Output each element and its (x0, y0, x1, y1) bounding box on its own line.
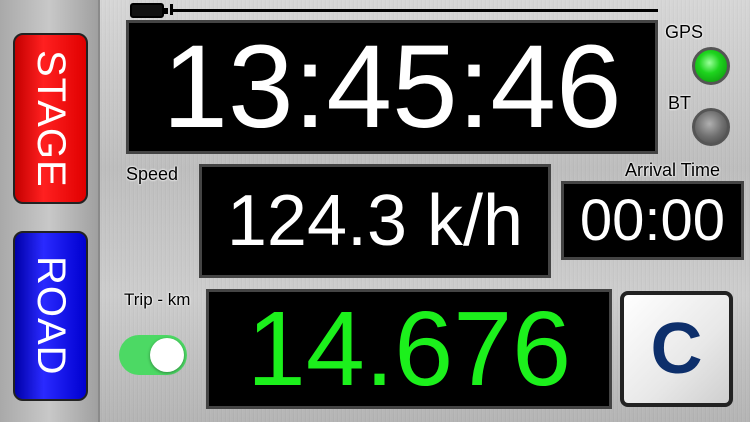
toggle-knob (150, 338, 184, 372)
trip-toggle-switch[interactable] (119, 335, 187, 375)
trip-display: 14.676 (206, 289, 612, 409)
clear-button-label: C (650, 309, 703, 389)
bt-label: BT (668, 93, 692, 113)
clear-button[interactable]: C (620, 291, 733, 407)
top-divider-line (170, 9, 658, 12)
speed-value: 124.3 k/h (226, 181, 524, 261)
clock-value: 13:45:46 (162, 21, 622, 153)
gps-indicator-icon (692, 47, 730, 85)
clock-display: 13:45:46 (126, 20, 658, 154)
bluetooth-indicator-icon (692, 108, 730, 146)
speed-label: Speed (126, 164, 179, 184)
speed-display: 124.3 k/h (199, 164, 551, 278)
arrival-time-value: 00:00 (579, 188, 726, 253)
battery-icon (130, 3, 168, 18)
trip-label: Trip - km (124, 290, 191, 309)
arrival-time-display[interactable]: 00:00 (561, 181, 744, 260)
trip-value: 14.676 (246, 289, 572, 408)
stage-button-label: STAGE (29, 49, 73, 188)
gps-label: GPS (665, 22, 704, 42)
arrival-time-label: Arrival Time (625, 160, 721, 180)
road-button-label: ROAD (29, 256, 73, 376)
road-button[interactable]: ROAD (13, 231, 88, 401)
stage-button[interactable]: STAGE (13, 33, 88, 204)
